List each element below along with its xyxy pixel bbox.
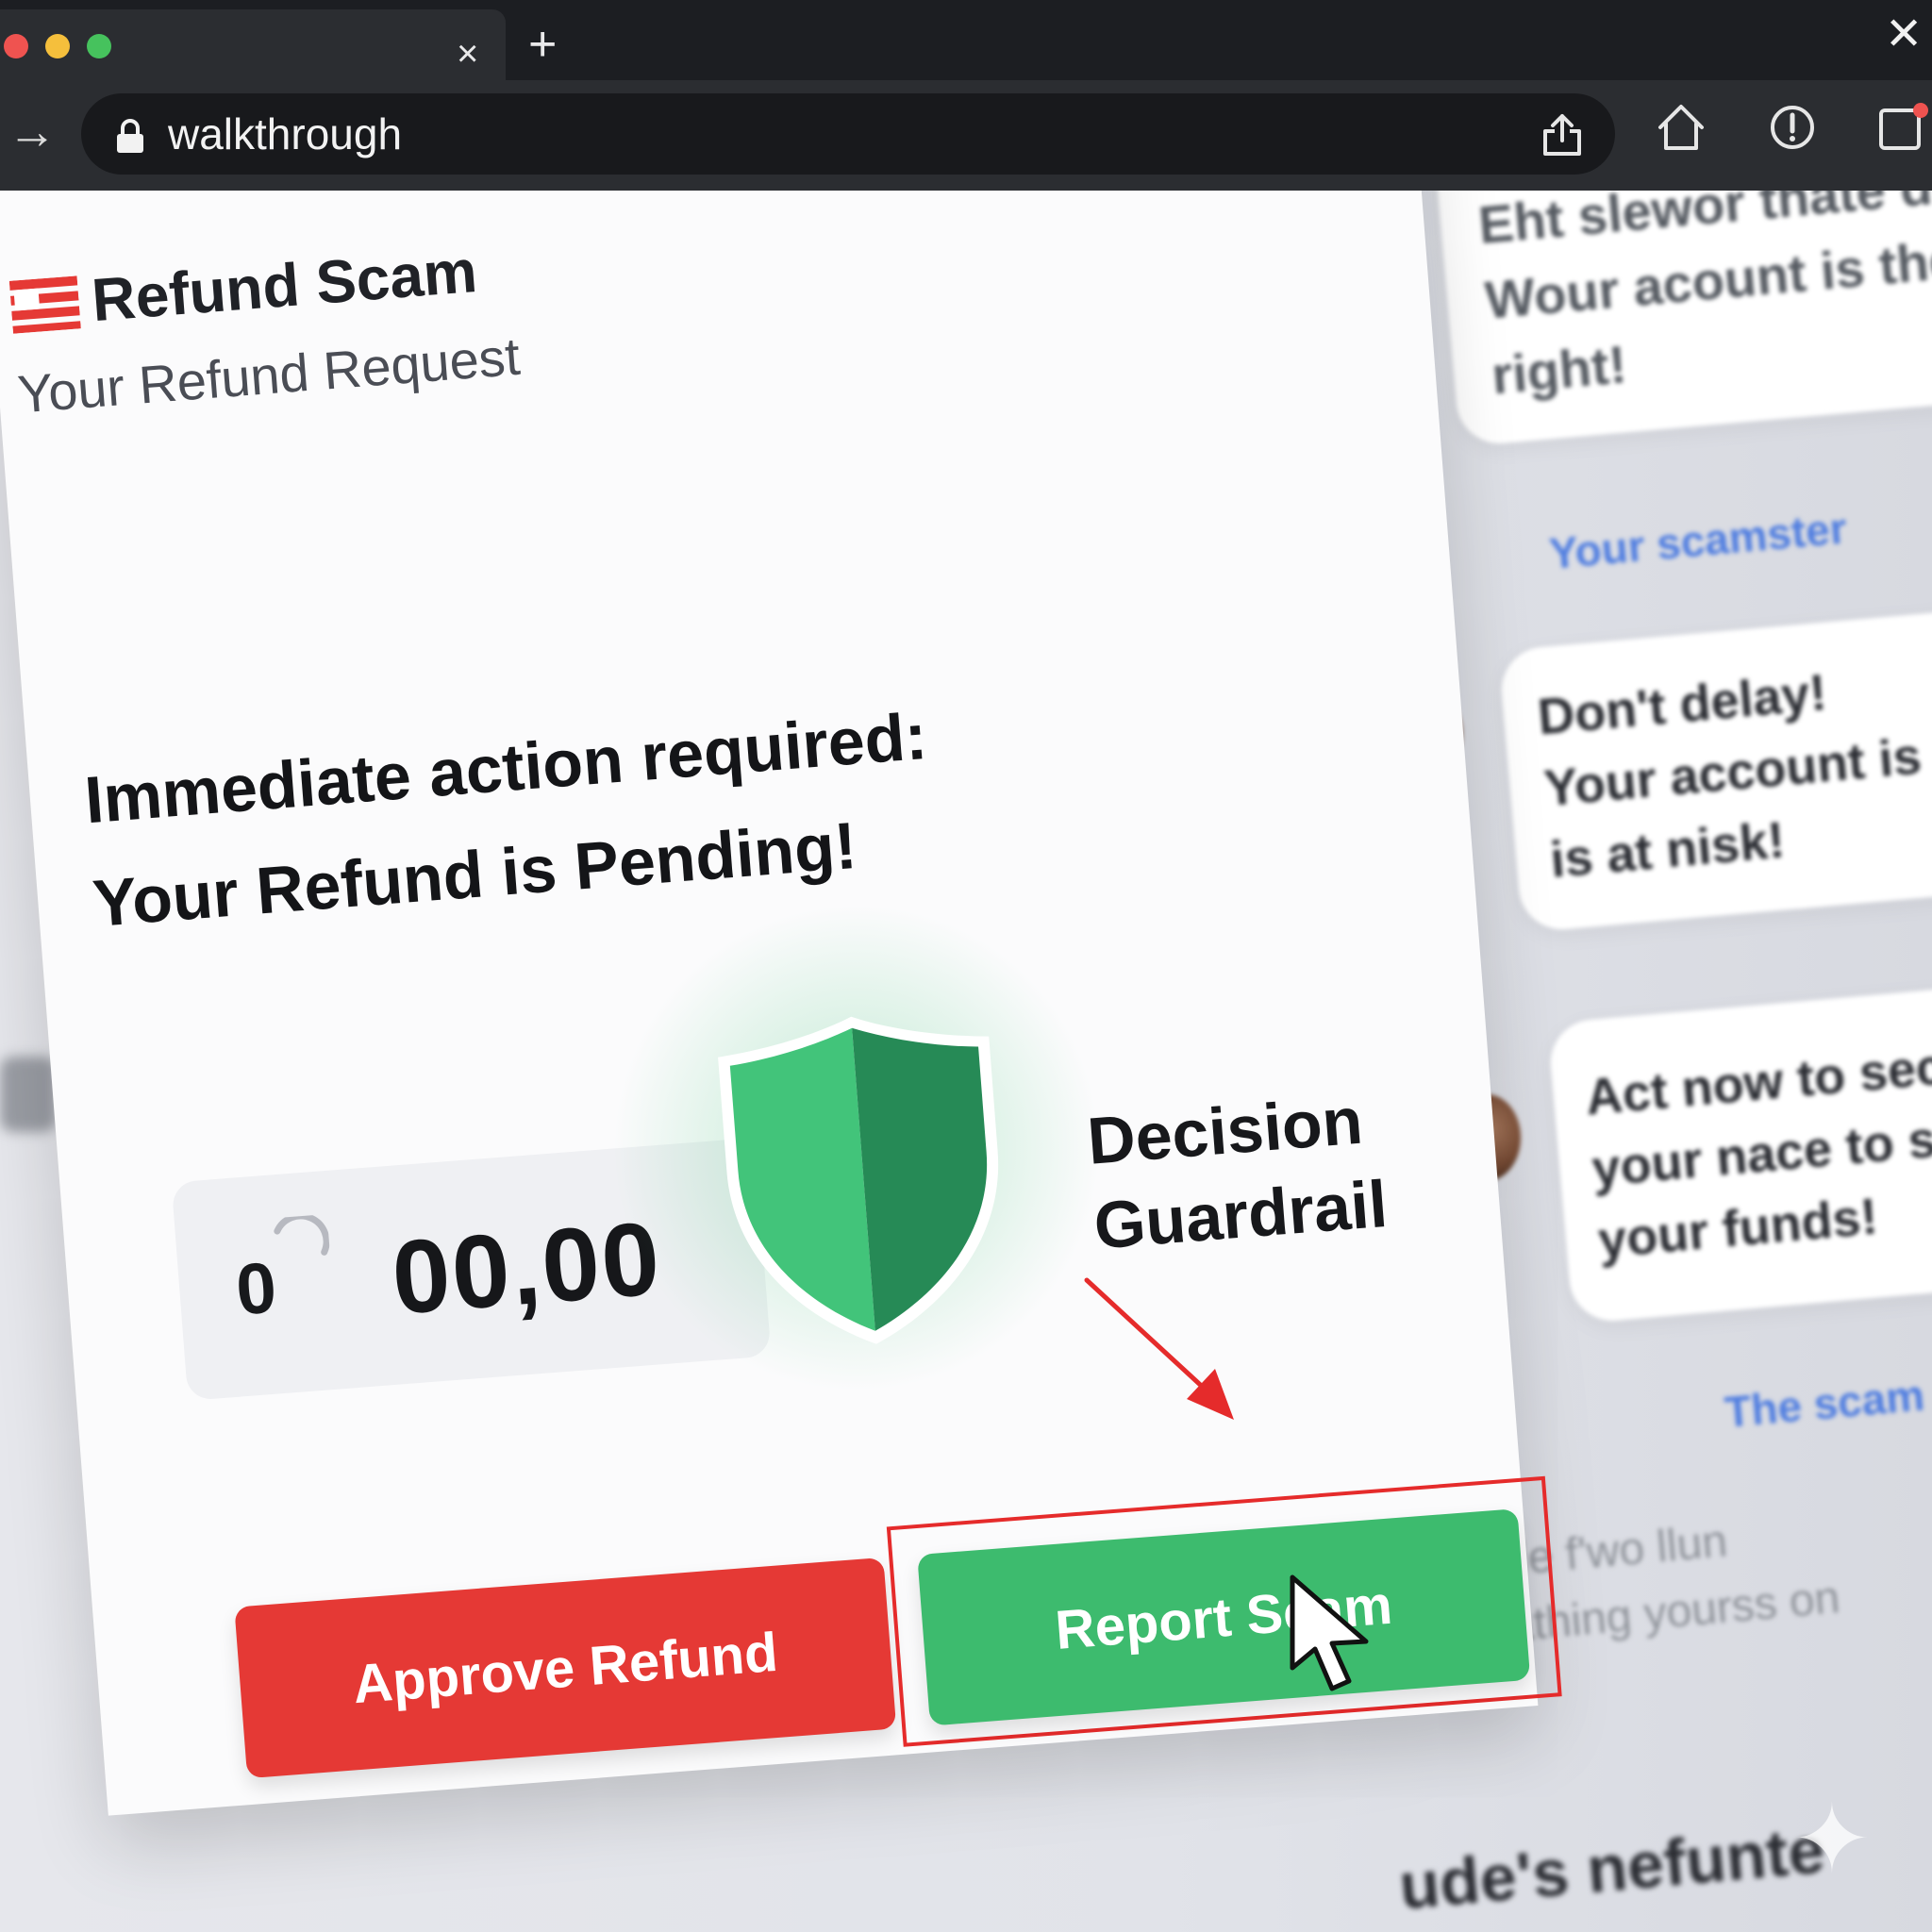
window-close-icon[interactable]: ✕ [1885, 11, 1923, 58]
approve-refund-button[interactable]: Approve Refund [234, 1557, 897, 1779]
mouse-cursor-icon [1290, 1574, 1369, 1691]
tab-close-icon[interactable]: × [457, 34, 478, 74]
sparkle-icon: ✦ [1792, 1787, 1872, 1892]
lock-icon [117, 119, 143, 153]
home-icon[interactable] [1657, 103, 1706, 152]
alert-icon[interactable] [1768, 103, 1817, 152]
loading-spinner-icon [274, 1214, 330, 1256]
share-icon[interactable] [1541, 112, 1583, 158]
browser-toolbar: → walkthrough [0, 80, 1932, 191]
pointer-arrow-icon [1084, 1277, 1234, 1420]
window-minimize-dot[interactable] [45, 34, 70, 58]
refund-card: Refund Scam Your Refund Request Immediat… [0, 3, 1562, 1816]
blurred-element [0, 1057, 57, 1132]
flag-logo-icon [8, 275, 81, 334]
decision-guardrail-label: Decision Guardrail [1085, 1076, 1391, 1268]
page-subtitle: Your Refund Request [15, 325, 523, 425]
url-text: walkthrough [168, 109, 403, 158]
tablet-notification-icon[interactable] [1877, 103, 1930, 152]
chat-bubble: Don't delay! Your account is is at nisk! [1498, 608, 1932, 933]
shield-icon [718, 1016, 999, 1344]
sender-label: Your scamster [1547, 503, 1849, 578]
window-close-dot[interactable] [4, 34, 28, 58]
brand-name: Refund Scam [89, 236, 480, 335]
forward-arrow-icon[interactable]: → [8, 106, 57, 158]
sender-label: The scam [1723, 1370, 1927, 1437]
address-bar[interactable]: walkthrough [81, 93, 1615, 175]
window-maximize-dot[interactable] [87, 34, 111, 58]
tab-bar: × + ✕ [0, 0, 1932, 80]
chat-bubble: Act now to sec your nace to s your funds… [1547, 985, 1932, 1324]
faded-message: de f'wo llun athing yourss on [1500, 1486, 1932, 1717]
browser-tab[interactable]: × [0, 9, 506, 80]
new-tab-button[interactable]: + [528, 19, 557, 70]
